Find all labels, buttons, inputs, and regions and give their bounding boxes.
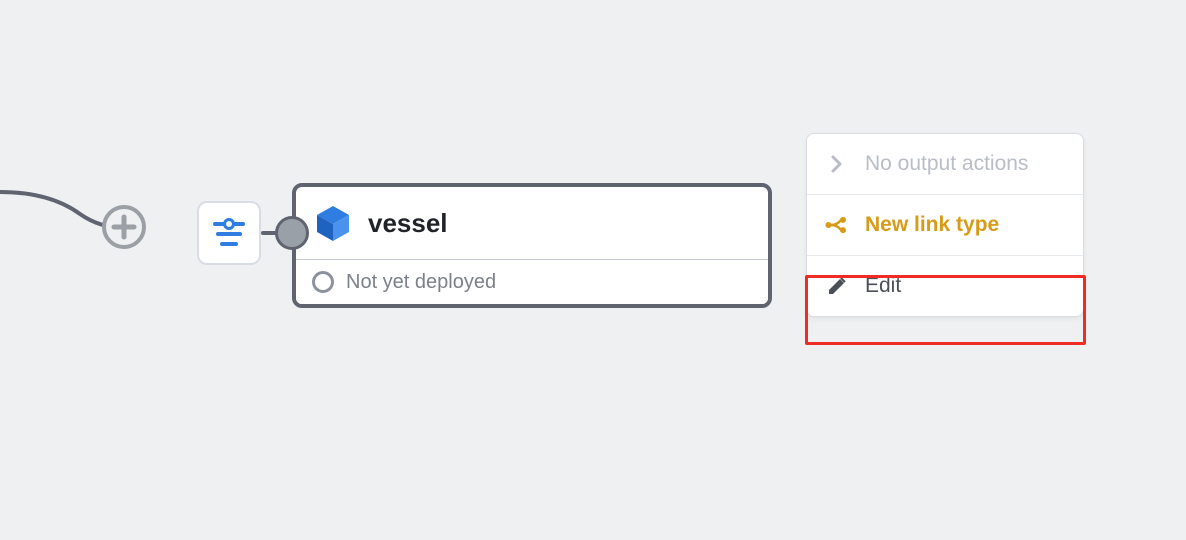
filter-icon: [211, 215, 247, 251]
card-title: vessel: [368, 208, 448, 239]
context-menu: No output actions New link type Edit: [806, 133, 1084, 317]
card-status-row: Not yet deployed: [296, 260, 768, 304]
plus-icon: [110, 213, 138, 241]
link-branch-icon: [825, 213, 849, 237]
menu-label-edit: Edit: [865, 274, 901, 298]
input-port[interactable]: [275, 216, 309, 250]
chevron-right-icon: [825, 152, 849, 176]
card-header: vessel: [296, 187, 768, 259]
add-node-button[interactable]: [102, 205, 146, 249]
menu-item-edit[interactable]: Edit: [807, 256, 1083, 316]
menu-item-new-link[interactable]: New link type: [807, 195, 1083, 255]
menu-label-no-output: No output actions: [865, 152, 1028, 176]
pencil-icon: [825, 274, 849, 298]
status-empty-icon: [312, 271, 334, 293]
menu-item-no-output: No output actions: [807, 134, 1083, 194]
menu-label-new-link: New link type: [865, 213, 999, 237]
status-label: Not yet deployed: [346, 271, 496, 294]
cube-icon: [310, 200, 356, 246]
entity-card[interactable]: vessel Not yet deployed: [292, 183, 772, 308]
filter-node[interactable]: [197, 201, 261, 265]
